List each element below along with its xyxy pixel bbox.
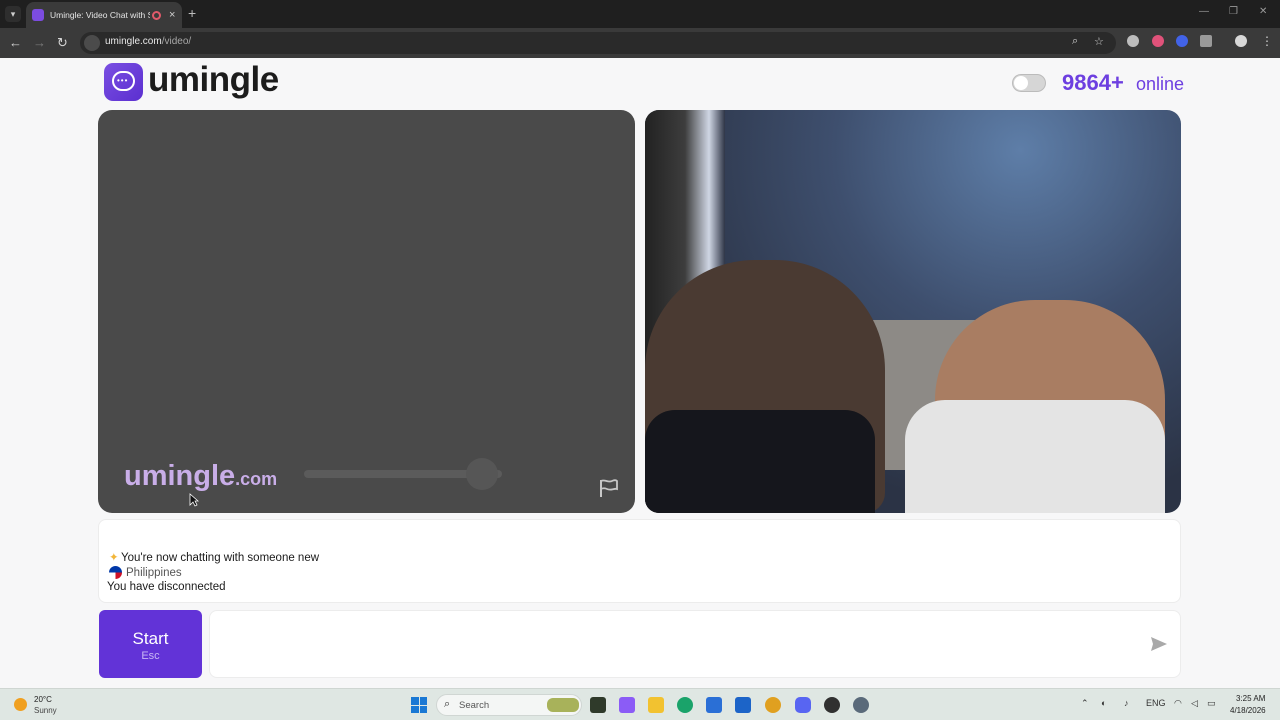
- video-person-right-shirt: [905, 400, 1165, 513]
- video-person-left-shirt: [645, 410, 875, 513]
- tray-network-icon[interactable]: ◐: [1101, 698, 1106, 708]
- chat-log: ✦ You're now chatting with someone new Ph…: [98, 519, 1181, 603]
- store-app-icon[interactable]: [706, 697, 722, 713]
- new-tab-button[interactable]: +: [188, 5, 196, 21]
- browser-tab-strip: ▾ Umingle: Video Chat with S × + — ❐ ✕: [0, 0, 1280, 28]
- url-host: umingle.com: [105, 36, 162, 47]
- close-window-icon[interactable]: ✕: [1259, 6, 1267, 17]
- wifi-icon[interactable]: ◠: [1174, 698, 1182, 709]
- tab-search-button[interactable]: ▾: [5, 6, 21, 22]
- site-favicon-icon: [32, 9, 44, 21]
- mouse-cursor-icon: [189, 493, 199, 507]
- volume-icon[interactable]: ◁: [1191, 698, 1198, 709]
- brand-logo[interactable]: •••: [104, 63, 143, 101]
- url-path: /video/: [161, 36, 192, 47]
- start-button-label: Start: [132, 629, 169, 648]
- weather-temperature[interactable]: 20°C: [34, 695, 52, 704]
- chat-message-status: You have disconnected: [107, 581, 226, 593]
- profile-avatar[interactable]: [1235, 35, 1247, 47]
- watermark-tld: .com: [235, 469, 278, 489]
- url-text: umingle.com/video/: [105, 36, 191, 47]
- country-name: Philippines: [126, 566, 182, 579]
- back-arrow-icon[interactable]: ←: [9, 35, 22, 50]
- outlook-app-icon[interactable]: [735, 697, 751, 713]
- address-bar[interactable]: umingle.com/video/ ⌕ ☆: [80, 32, 1116, 54]
- tab-close-button[interactable]: ×: [169, 9, 175, 21]
- online-count: 9864+: [1062, 70, 1124, 95]
- taskbar-search[interactable]: ⌕ Search: [436, 694, 582, 716]
- site-info-icon[interactable]: [84, 35, 100, 51]
- video-watermark: umingle.com: [124, 460, 277, 493]
- os-taskbar: 20°C Sunny ⌕ Search ⌃ ◐ ♪ ENG ◠ ◁ ▭ 3:25…: [0, 688, 1280, 720]
- browser-toolbar: ← → ↻ umingle.com/video/ ⌕ ☆ ⋮: [0, 28, 1280, 58]
- extensions-puzzle-icon[interactable]: [1200, 35, 1212, 47]
- chat-message: ✦ You're now chatting with someone new: [109, 550, 319, 564]
- watermark-name: umingle: [124, 460, 236, 492]
- online-label: online: [1136, 74, 1185, 94]
- start-button-shortcut: Esc: [141, 650, 160, 662]
- file-explorer-icon[interactable]: [648, 697, 664, 713]
- reload-icon[interactable]: ↻: [57, 35, 68, 51]
- zoom-magnifier-icon[interactable]: ⌕: [1072, 35, 1078, 48]
- local-video: umingle.com: [98, 110, 635, 513]
- chrome-browser-icon[interactable]: [765, 697, 781, 713]
- search-icon: ⌕: [444, 698, 451, 710]
- toggle-knob: [1014, 76, 1028, 90]
- message-input[interactable]: [210, 611, 1130, 677]
- minimize-window-icon[interactable]: —: [1199, 6, 1209, 17]
- chat-message-country: Philippines: [109, 566, 182, 579]
- start-button[interactable]: Start Esc: [99, 610, 202, 678]
- maximize-window-icon[interactable]: ❐: [1229, 6, 1238, 17]
- windows-start-icon[interactable]: [411, 697, 427, 713]
- taskbar-search-label: Search: [459, 700, 490, 711]
- theme-toggle[interactable]: [1012, 74, 1046, 92]
- volume-slider-knob[interactable]: [466, 458, 499, 490]
- browser-menu-icon[interactable]: ⋮: [1261, 34, 1273, 48]
- edge-browser-icon[interactable]: [677, 697, 693, 713]
- send-paper-plane-icon[interactable]: [1150, 636, 1168, 652]
- terminal-app-icon[interactable]: [590, 697, 606, 713]
- browser-tab-active[interactable]: Umingle: Video Chat with S ×: [26, 2, 182, 28]
- sun-weather-icon[interactable]: [14, 698, 27, 711]
- bookmark-star-icon[interactable]: ☆: [1094, 35, 1104, 48]
- weather-condition[interactable]: Sunny: [34, 706, 57, 715]
- remote-video: [645, 110, 1181, 513]
- brand-name[interactable]: umingle: [148, 60, 279, 100]
- extension-shield-icon[interactable]: [1176, 35, 1188, 47]
- discord-app-icon[interactable]: [795, 697, 811, 713]
- forward-arrow-icon[interactable]: →: [33, 35, 46, 50]
- extension-pen-icon[interactable]: [1152, 35, 1164, 47]
- clock-date[interactable]: 4/18/2026: [1230, 706, 1266, 715]
- extension-icon[interactable]: [1127, 35, 1139, 47]
- report-flag-icon[interactable]: [598, 478, 620, 498]
- sparkle-icon: ✦: [109, 552, 119, 564]
- settings-gear-icon[interactable]: [853, 697, 869, 713]
- message-input-box[interactable]: [209, 610, 1181, 678]
- tab-title: Umingle: Video Chat with S: [50, 10, 150, 20]
- microphone-icon[interactable]: ♪: [1124, 698, 1129, 708]
- philippines-flag-icon: [109, 566, 122, 579]
- search-highlight-icon: [547, 698, 579, 712]
- dots-icon: •••: [117, 76, 129, 85]
- battery-icon[interactable]: ▭: [1207, 698, 1216, 709]
- recording-indicator-icon: [152, 10, 161, 20]
- active-chrome-window-icon[interactable]: [824, 697, 840, 713]
- clock-time[interactable]: 3:25 AM: [1236, 694, 1265, 703]
- language-indicator[interactable]: ENG: [1146, 698, 1166, 708]
- tray-chevron-up-icon[interactable]: ⌃: [1081, 698, 1089, 709]
- copilot-app-icon[interactable]: [619, 697, 635, 713]
- chat-message-text: You're now chatting with someone new: [121, 552, 320, 564]
